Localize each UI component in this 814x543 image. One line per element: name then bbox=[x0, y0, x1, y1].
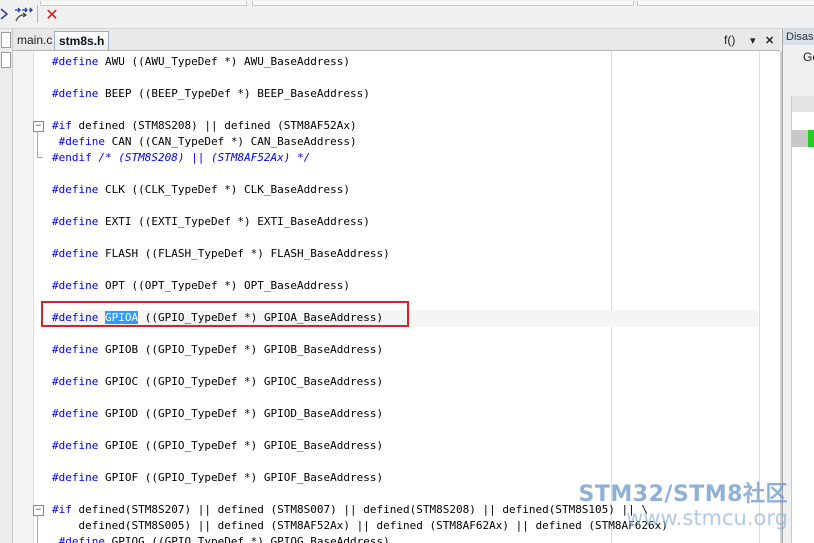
toolbar-dropdown-edge bbox=[40, 1, 247, 6]
disassembly-header-row bbox=[792, 96, 814, 112]
function-dropdown[interactable]: f() bbox=[724, 31, 735, 49]
code-text: OPT ((OPT_TypeDef *) OPT_BaseAddress) bbox=[98, 279, 351, 292]
code-line: #define EXTI ((EXTI_TypeDef *) EXTI_Base… bbox=[52, 214, 370, 230]
code-line: #define CAN ((CAN_TypeDef *) CAN_BaseAdd… bbox=[52, 134, 357, 150]
code-keyword: #define bbox=[52, 279, 99, 292]
code-text: GPIOB ((GPIO_TypeDef *) GPIOB_BaseAddres… bbox=[98, 343, 384, 356]
code-text: defined(STM8S207) || defined (STM8S007) … bbox=[71, 503, 649, 516]
tab-label: main.c bbox=[17, 33, 53, 47]
dock-button[interactable] bbox=[1, 32, 11, 48]
toolbar-combo-edge bbox=[252, 1, 634, 6]
code-keyword: #define bbox=[52, 215, 99, 228]
debug-toolbar: ✕ bbox=[0, 0, 814, 29]
fold-toggle[interactable]: − bbox=[33, 121, 44, 132]
code-keyword: #define bbox=[52, 471, 99, 484]
close-icon[interactable]: ✕ bbox=[765, 31, 774, 49]
fold-toggle[interactable]: − bbox=[33, 505, 44, 516]
code-line: #define GPIOE ((GPIO_TypeDef *) GPIOE_Ba… bbox=[52, 438, 383, 454]
code-text: EXTI ((EXTI_TypeDef *) EXTI_BaseAddress) bbox=[98, 215, 370, 228]
code-line: #define FLASH ((FLASH_TypeDef *) FLASH_B… bbox=[52, 246, 390, 262]
code-text: CAN ((CAN_TypeDef *) CAN_BaseAddress) bbox=[104, 135, 357, 148]
code-line: defined(STM8S005) || defined (STM8AF52Ax… bbox=[52, 518, 668, 534]
dock-button[interactable] bbox=[1, 52, 11, 68]
code-keyword: #define bbox=[52, 183, 99, 196]
code-text: GPIOG ((GPIO_TypeDef *) GPIOG_BaseAddres… bbox=[104, 535, 390, 543]
code-text: GPIOD ((GPIO_TypeDef *) GPIOD_BaseAddres… bbox=[98, 407, 384, 420]
code-line: #define GPIOF ((GPIO_TypeDef *) GPIOF_Ba… bbox=[52, 470, 383, 486]
toolbar-combo-edge-2 bbox=[637, 1, 814, 6]
code-line: #if defined (STM8S208) || defined (STM8A… bbox=[52, 118, 357, 134]
tab-label: stm8s.h bbox=[59, 34, 105, 48]
code-text: FLASH ((FLASH_TypeDef *) FLASH_BaseAddre… bbox=[98, 247, 390, 260]
close-red-x-icon[interactable]: ✕ bbox=[42, 5, 62, 24]
code-text: AWU ((AWU_TypeDef *) AWU_BaseAddress) bbox=[98, 55, 351, 68]
code-line: #define GPIOD ((GPIO_TypeDef *) GPIOD_Ba… bbox=[52, 406, 383, 422]
left-dock-strip bbox=[0, 29, 13, 543]
code-keyword: #define bbox=[52, 375, 99, 388]
code-keyword: #if bbox=[52, 503, 72, 516]
code-line: #define CLK ((CLK_TypeDef *) CLK_BaseAdd… bbox=[52, 182, 350, 198]
fold-end bbox=[37, 157, 43, 158]
disassembly-current-row bbox=[792, 130, 808, 147]
function-label: f() bbox=[724, 33, 736, 47]
tab-main-c[interactable]: main.c bbox=[13, 31, 56, 49]
column-guide bbox=[759, 51, 760, 543]
code-text: defined (STM8S208) || defined (STM8AF52A… bbox=[71, 119, 357, 132]
disassembly-panel: Disass Go bbox=[782, 29, 814, 543]
code-line: #define OPT ((OPT_TypeDef *) OPT_BaseAdd… bbox=[52, 278, 350, 294]
column-guide bbox=[611, 51, 612, 543]
step-over-icon[interactable] bbox=[0, 5, 8, 23]
code-line: #define AWU ((AWU_TypeDef *) AWU_BaseAdd… bbox=[52, 54, 350, 70]
code-line: #define BEEP ((BEEP_TypeDef *) BEEP_Base… bbox=[52, 86, 370, 102]
code-text: GPIOE ((GPIO_TypeDef *) GPIOE_BaseAddres… bbox=[98, 439, 384, 452]
disassembly-view[interactable] bbox=[791, 96, 814, 543]
step-arrows-icon[interactable] bbox=[12, 5, 34, 23]
code-keyword: #define bbox=[52, 247, 99, 260]
go-button[interactable]: Go bbox=[803, 50, 814, 64]
code-text: GPIOF ((GPIO_TypeDef *) GPIOF_BaseAddres… bbox=[98, 471, 384, 484]
chevron-down-icon[interactable]: ▾ bbox=[750, 31, 756, 49]
annotation-highlight-box bbox=[41, 301, 409, 327]
code-line: #define GPIOB ((GPIO_TypeDef *) GPIOB_Ba… bbox=[52, 342, 383, 358]
code-text: GPIOC ((GPIO_TypeDef *) GPIOC_BaseAddres… bbox=[98, 375, 384, 388]
fold-line bbox=[37, 131, 38, 157]
toolbar-separator bbox=[37, 5, 38, 23]
code-line: #define GPIOC ((GPIO_TypeDef *) GPIOC_Ba… bbox=[52, 374, 383, 390]
editor-tab-bar: main.c stm8s.h f() ▾ ✕ bbox=[13, 29, 780, 51]
code-text: BEEP ((BEEP_TypeDef *) BEEP_BaseAddress) bbox=[98, 87, 370, 100]
code-keyword: #if bbox=[52, 119, 72, 132]
panel-title: Disass bbox=[783, 29, 814, 45]
code-keyword: #define bbox=[52, 343, 99, 356]
tab-stm8s-h[interactable]: stm8s.h bbox=[54, 31, 110, 50]
fold-line bbox=[37, 515, 38, 543]
code-line: #endif /* (STM8S208) || (STM8AF52Ax) */ bbox=[52, 150, 310, 166]
code-keyword: #define bbox=[52, 135, 105, 148]
code-editor[interactable]: − − #define AWU ((AWU_TypeDef *) AWU_Bas… bbox=[13, 51, 780, 543]
code-keyword: #define bbox=[52, 407, 99, 420]
code-keyword: #define bbox=[52, 535, 105, 543]
pc-marker-icon bbox=[808, 130, 814, 147]
code-line: #define GPIOG ((GPIO_TypeDef *) GPIOG_Ba… bbox=[52, 534, 390, 543]
code-text: CLK ((CLK_TypeDef *) CLK_BaseAddress) bbox=[98, 183, 351, 196]
code-keyword: #endif bbox=[52, 151, 92, 164]
code-comment: /* (STM8S208) || (STM8AF52Ax) */ bbox=[91, 151, 311, 164]
code-text: defined(STM8S005) || defined (STM8AF52Ax… bbox=[52, 519, 668, 532]
code-keyword: #define bbox=[52, 87, 99, 100]
code-keyword: #define bbox=[52, 55, 99, 68]
code-keyword: #define bbox=[52, 439, 99, 452]
code-line: #if defined(STM8S207) || defined (STM8S0… bbox=[52, 502, 648, 518]
editor-gutter bbox=[13, 51, 34, 543]
